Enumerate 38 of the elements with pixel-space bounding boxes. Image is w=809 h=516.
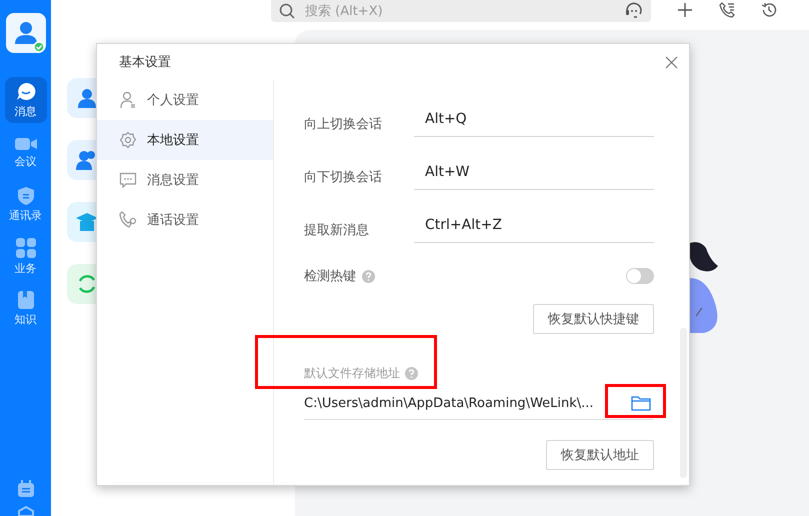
- dialog-title: 基本设置: [119, 54, 171, 71]
- grid-icon: [14, 236, 36, 258]
- folder-icon[interactable]: [631, 395, 651, 411]
- settings-tab[interactable]: 通话设置: [97, 200, 273, 240]
- settings-tab[interactable]: 本地设置: [97, 120, 273, 160]
- chat-icon: [14, 82, 36, 102]
- gear-icon: [119, 131, 137, 149]
- contacts-icon: [16, 186, 36, 206]
- chat-icon: [119, 171, 137, 189]
- shortcut-label: 向下切换会话: [304, 168, 383, 186]
- restore-shortcuts-button[interactable]: 恢复默认快捷键: [533, 304, 654, 334]
- restore-path-button[interactable]: 恢复默认地址: [546, 440, 654, 470]
- shortcut-label: 向上切换会话: [304, 116, 383, 132]
- settings-tab[interactable]: 个人设置: [97, 80, 273, 120]
- shortcut-label: 提取新消息: [304, 222, 370, 238]
- sync-icon: [76, 273, 98, 295]
- close-icon[interactable]: [665, 56, 678, 68]
- setting-label: 检测热键: [304, 268, 356, 285]
- path-field[interactable]: C:\Users\admin\AppData\Roaming\WeLink\...: [304, 396, 594, 410]
- user-avatar[interactable]: [6, 13, 46, 53]
- settings-tab[interactable]: 消息设置: [97, 160, 273, 200]
- toggle-switch[interactable]: [626, 268, 654, 284]
- person-icon: [77, 88, 97, 108]
- video-camera-icon: [14, 136, 36, 152]
- person-icon: [119, 91, 137, 109]
- search-bar[interactable]: 搜索 (Alt+X): [271, 0, 651, 22]
- search-field[interactable]: 搜索 (Alt+X): [303, 2, 617, 20]
- book-icon: [16, 290, 34, 310]
- group-icon: [76, 150, 98, 170]
- sidebar-item[interactable]: 消息: [4, 77, 46, 123]
- setting-label: 默认文件存储地址: [304, 364, 400, 382]
- phone-icon[interactable]: [719, 2, 735, 18]
- add-icon[interactable]: [677, 2, 693, 18]
- history-icon[interactable]: [761, 2, 777, 18]
- graduation-cap-icon: [76, 213, 98, 231]
- search-icon: [279, 3, 295, 19]
- phone-icon: [119, 211, 137, 229]
- calendar-icon[interactable]: [16, 480, 34, 498]
